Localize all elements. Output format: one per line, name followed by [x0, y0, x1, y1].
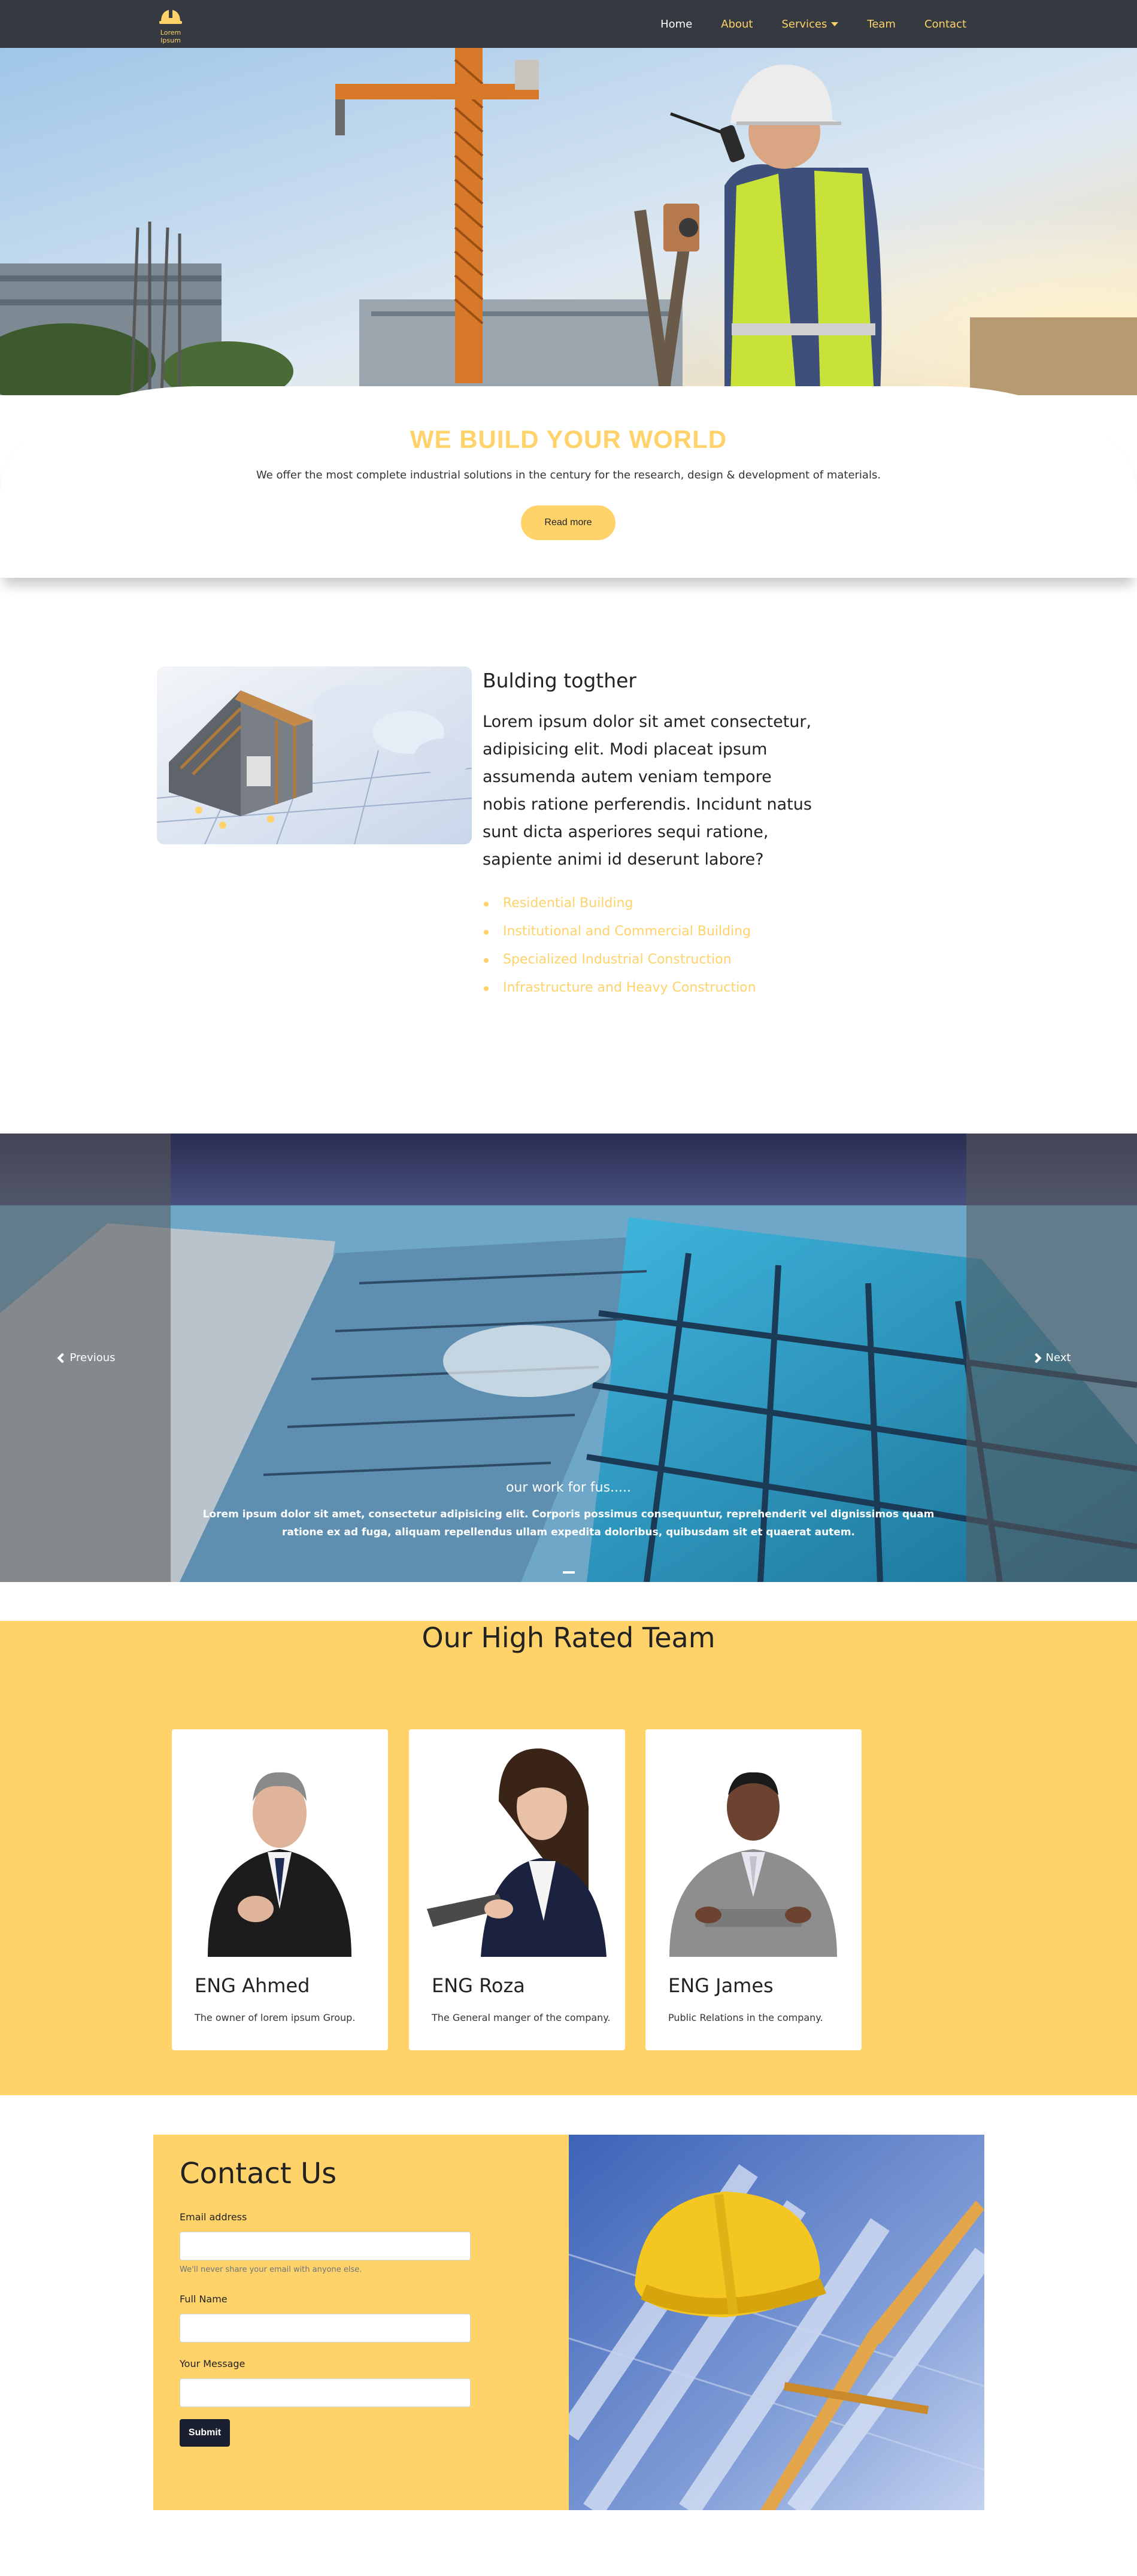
page: Lorem Ipsum Home About Services Team Con…: [0, 0, 1137, 2576]
email-label: Email address: [180, 2211, 247, 2223]
carousel-caption-title: our work for fus.....: [505, 1480, 632, 1495]
caret-down-icon: [831, 22, 839, 26]
team-member-role: The owner of lorem ipsum Group.: [195, 2012, 356, 2023]
prev-label: Previous: [69, 1351, 116, 1364]
carousel-next-button[interactable]: Next: [966, 1134, 1137, 1582]
team-photo-ahmed: [172, 1729, 388, 1957]
team-member-role: Public Relations in the company.: [668, 2012, 823, 2023]
logo-text: Lorem Ipsum: [160, 29, 181, 44]
chevron-left-icon: [57, 1353, 68, 1363]
read-more-button[interactable]: Read more: [521, 505, 616, 540]
nav-home[interactable]: Home: [660, 18, 692, 31]
list-item: Institutional and Commercial Building: [483, 917, 756, 945]
full-name-field[interactable]: [180, 2314, 471, 2342]
services-list: Residential Building Institutional and C…: [483, 889, 756, 1002]
carousel-caption-text: Lorem ipsum dolor sit amet, consectetur …: [202, 1508, 935, 1538]
helmet-logo-icon: [159, 10, 182, 24]
hero-card: [0, 386, 1137, 578]
team-card: ENG Ahmed The owner of lorem ipsum Group…: [172, 1729, 388, 2050]
nav-services-dropdown[interactable]: Services: [781, 17, 839, 31]
submit-button[interactable]: Submit: [180, 2419, 230, 2447]
nav-contact[interactable]: Contact: [924, 18, 966, 31]
team-member-role: The General manger of the company.: [432, 2012, 611, 2023]
team-member-name: ENG Ahmed: [195, 1974, 310, 1997]
full-name-label: Full Name: [180, 2293, 228, 2305]
team-card: ENG James Public Relations in the compan…: [645, 1729, 862, 2050]
message-label: Your Message: [180, 2358, 245, 2369]
next-label: Next: [1045, 1351, 1071, 1364]
list-item: Residential Building: [483, 889, 756, 917]
about-title: Bulding togther: [483, 669, 636, 692]
carousel-prev-button[interactable]: Previous: [0, 1134, 171, 1582]
chevron-right-icon: [1031, 1353, 1042, 1363]
email-help-text: We'll never share your email with anyone…: [180, 2265, 362, 2274]
nav-team[interactable]: Team: [867, 18, 896, 31]
nav-services-label: Services: [781, 17, 827, 31]
logo[interactable]: Lorem Ipsum: [150, 6, 192, 44]
team-member-name: ENG James: [668, 1974, 774, 1997]
email-field[interactable]: [180, 2232, 471, 2260]
hero-title: WE BUILD YOUR WORLD: [410, 425, 727, 453]
navbar: Lorem Ipsum Home About Services Team Con…: [0, 0, 1137, 48]
team-card: ENG Roza The General manger of the compa…: [409, 1729, 625, 2050]
nav-about[interactable]: About: [721, 18, 753, 31]
contact-title: Contact Us: [180, 2157, 337, 2190]
message-field[interactable]: [180, 2378, 471, 2407]
about-text: Lorem ipsum dolor sit amet consectetur, …: [483, 713, 812, 869]
about-image: [157, 666, 472, 844]
nav-links: Home About Services Team Contact: [632, 0, 966, 48]
hero-subtitle: We offer the most complete industrial so…: [256, 469, 881, 481]
contact-image: [569, 2135, 984, 2510]
team-title: Our High Rated Team: [422, 1622, 715, 1654]
list-item: Specialized Industrial Construction: [483, 945, 756, 974]
team-member-name: ENG Roza: [432, 1974, 525, 1997]
carousel-indicator[interactable]: [563, 1571, 575, 1574]
team-photo-roza: [409, 1729, 625, 1957]
team-photo-james: [645, 1729, 862, 1957]
list-item: Infrastructure and Heavy Construction: [483, 974, 756, 1002]
hero-image: [0, 48, 1137, 395]
